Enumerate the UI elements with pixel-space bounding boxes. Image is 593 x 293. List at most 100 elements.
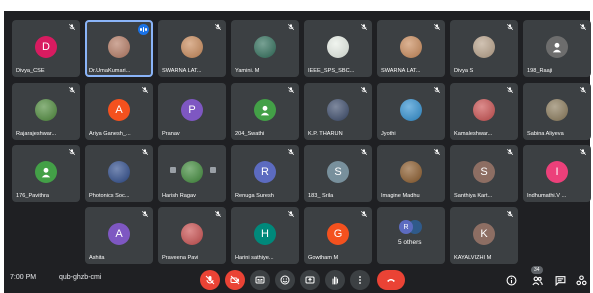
- participant-tile[interactable]: Rajarajeshwar...: [12, 83, 80, 140]
- people-button[interactable]: 34: [530, 266, 544, 287]
- mic-off-icon: [141, 210, 149, 218]
- others-avatar: R: [399, 220, 413, 234]
- avatar-photo: [546, 99, 568, 121]
- participant-tile[interactable]: 198_Raaji: [523, 20, 591, 77]
- emoji-button[interactable]: [275, 270, 295, 290]
- raise-hand-button[interactable]: [325, 270, 345, 290]
- meeting-info-button[interactable]: [504, 273, 518, 287]
- pin-icon[interactable]: [170, 167, 176, 173]
- participant-tile[interactable]: IEEE_SPS_SBC...: [304, 20, 372, 77]
- participant-tile[interactable]: A Ariya Ganesh_...: [85, 83, 153, 140]
- mute-icon[interactable]: [210, 167, 216, 173]
- participant-tile[interactable]: 204_Swathi: [231, 83, 299, 140]
- mic-off-icon: [68, 148, 76, 156]
- mic-off-icon: [214, 210, 222, 218]
- avatar-photo: [473, 99, 495, 121]
- mic-off-icon: [433, 148, 441, 156]
- participant-tile[interactable]: Yamini. M: [231, 20, 299, 77]
- hand-icon: [332, 276, 338, 285]
- participant-tile[interactable]: R 5 others: [377, 207, 445, 264]
- mic-off-icon: [287, 86, 295, 94]
- participant-tile[interactable]: Sabina Aliyeva: [523, 83, 591, 140]
- participant-tile[interactable]: G Gowtham M: [304, 207, 372, 264]
- mic-off-icon: [579, 148, 587, 156]
- participant-name: Kamaleshwar...: [454, 131, 493, 137]
- avatar-initial: K: [473, 223, 495, 245]
- participant-tile[interactable]: H Harini sathiye...: [231, 207, 299, 264]
- participant-name: Pranav: [162, 131, 180, 137]
- avatar-photo: [181, 36, 203, 58]
- chat-button[interactable]: [553, 273, 567, 287]
- avatar-initial: A: [108, 223, 130, 245]
- participant-tile[interactable]: Dr.UmaKumari...: [85, 20, 153, 77]
- avatar-initial: D: [35, 36, 57, 58]
- participant-tile[interactable]: A Ashita: [85, 207, 153, 264]
- avatar-photo: [327, 36, 349, 58]
- mic-off-icon: [141, 148, 149, 156]
- participant-tile[interactable]: Jyothi: [377, 83, 445, 140]
- participant-tile[interactable]: K.P. THARUN: [304, 83, 372, 140]
- participant-tile[interactable]: Kamaleshwar...: [450, 83, 518, 140]
- avatar-photo: [473, 36, 495, 58]
- avatar-photo: [400, 161, 422, 183]
- participant-name: 204_Swathi: [235, 131, 265, 137]
- participant-name: SWARNA LAT...: [162, 68, 202, 74]
- participant-tile[interactable]: I Indhumathi.V ...: [523, 145, 591, 202]
- participant-tile[interactable]: SWARNA LAT...: [377, 20, 445, 77]
- avatar-photo: [35, 99, 57, 121]
- present-button[interactable]: [300, 270, 320, 290]
- avatar-photo: [108, 161, 130, 183]
- mic-off-icon: [141, 86, 149, 94]
- activities-button[interactable]: [574, 273, 588, 287]
- meeting-code: qub-ghzb-cmi: [59, 274, 102, 281]
- emoji-icon: [280, 275, 290, 285]
- mic-off-icon: [287, 148, 295, 156]
- more-vert-icon: [359, 276, 361, 284]
- avatar-photo: [400, 36, 422, 58]
- present-screen-icon: [305, 276, 315, 284]
- participant-tile[interactable]: R Renuga Suresh: [231, 145, 299, 202]
- mic-off-icon: [579, 86, 587, 94]
- person-icon: [35, 161, 57, 183]
- participant-tile[interactable]: S 183_ Srila: [304, 145, 372, 202]
- participant-name: 5 others: [398, 239, 422, 246]
- mic-off-icon: [579, 23, 587, 31]
- participant-name: Harish Ragav: [162, 193, 196, 199]
- mic-off-icon: [433, 23, 441, 31]
- others-avatars: R: [399, 220, 423, 234]
- more-options-button[interactable]: [350, 270, 370, 290]
- camera-toggle-button[interactable]: [225, 270, 245, 290]
- participant-tile[interactable]: Divya S: [450, 20, 518, 77]
- mic-off-icon: [360, 86, 368, 94]
- person-icon: [546, 36, 568, 58]
- participant-tile[interactable]: Imagine Madhu: [377, 145, 445, 202]
- participant-tile[interactable]: P Pranav: [158, 83, 226, 140]
- end-call-button[interactable]: [377, 270, 405, 290]
- avatar-initial: S: [473, 161, 495, 183]
- avatar-photo: [108, 36, 130, 58]
- participant-tile[interactable]: S Santhiya Kart...: [450, 145, 518, 202]
- participant-tile[interactable]: 176_Pavithra: [12, 145, 80, 202]
- captions-button[interactable]: [250, 270, 270, 290]
- phone-hangup-icon: [387, 279, 395, 282]
- avatar-photo: [254, 36, 276, 58]
- participant-tile[interactable]: D Divya_CSE: [12, 20, 80, 77]
- avatar-initial: I: [546, 161, 568, 183]
- avatar-initial: A: [108, 99, 130, 121]
- participant-name: Santhiya Kart...: [454, 193, 493, 199]
- activities-icon: [575, 274, 587, 285]
- mic-toggle-button[interactable]: [200, 270, 220, 290]
- participant-tile[interactable]: K KAYALVIZHI M: [450, 207, 518, 264]
- participant-tile[interactable]: Photonics Soc...: [85, 145, 153, 202]
- camera-off-icon: [230, 275, 240, 285]
- participant-name: Praveena Pavi: [162, 255, 199, 261]
- participant-name: Jyothi: [381, 131, 396, 137]
- avatar-initial: R: [254, 161, 276, 183]
- participant-tile[interactable]: Harish Ragav: [158, 145, 226, 202]
- participant-name: Photonics Soc...: [89, 193, 130, 199]
- participant-tile[interactable]: SWARNA LAT...: [158, 20, 226, 77]
- mic-off-icon: [506, 210, 514, 218]
- mic-off-icon: [205, 275, 215, 285]
- meeting-time: 7:00 PM: [10, 274, 37, 281]
- participant-tile[interactable]: Praveena Pavi: [158, 207, 226, 264]
